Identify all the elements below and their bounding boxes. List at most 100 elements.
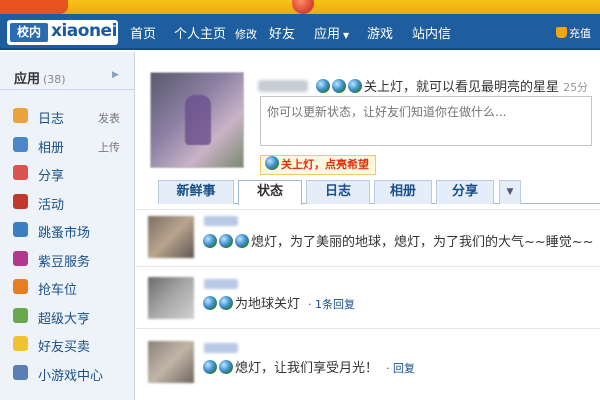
sidebar-item[interactable]: 相册 上传 (0, 133, 134, 157)
feed-text: 为地球关灯 · 1条回复 (203, 293, 355, 312)
site-logo[interactable]: 校内 xiaonei (7, 20, 118, 45)
sidebar-item-action[interactable]: 上传 (98, 139, 120, 155)
money-bag-icon (556, 27, 567, 38)
feed-text-content: 熄灯，让我们享受月光！ (235, 361, 379, 376)
feed-text-content: 熄灯，为了美丽的地球，熄灯，为了我们的大气~~睡觉~~ (251, 235, 594, 250)
lights-off-label: 关上灯，点亮希望 (281, 158, 369, 171)
reply-link-label: 1条回复 (315, 298, 356, 311)
sidebar-header[interactable]: 应用 (38) ▶ (0, 64, 134, 90)
friend-avatar[interactable] (148, 341, 194, 383)
sidebar-item-label: 日志 (38, 112, 65, 127)
nav-profile[interactable]: 个人主页 (174, 23, 226, 42)
sidebar-item[interactable]: 活动 (0, 190, 134, 214)
logo-word: xiaonei (51, 21, 117, 41)
friend-avatar[interactable] (148, 216, 194, 258)
earth-icon (203, 234, 217, 248)
reply-link-label: 回复 (393, 362, 416, 375)
cart-icon (13, 222, 28, 237)
chevron-down-icon: ▼ (343, 31, 350, 40)
sidebar-item-label: 小游戏中心 (38, 368, 104, 384)
earth-icon (332, 79, 346, 93)
tab-share[interactable]: 分享 (436, 180, 494, 204)
sidebar-item[interactable]: 跳蚤市场 (0, 218, 134, 242)
feed-item: 熄灯，为了美丽的地球，熄灯，为了我们的大气~~睡觉~~ (136, 209, 600, 264)
sidebar-item[interactable]: 抢车位 (0, 275, 134, 299)
feed-item: 熄灯，让我们享受月光！ · 回复 (136, 328, 600, 400)
sidebar-item-label: 相册 (38, 140, 65, 156)
sidebar-item-label: 活动 (38, 197, 65, 213)
sidebar-item[interactable]: 超级大亨 (0, 304, 134, 328)
sidebar: 应用 (38) ▶ 日志 发表相册 上传分享活动跳蚤市场紫豆服务抢车位超级大亨好友买卖… (0, 52, 135, 400)
current-status: 关上灯，就可以看见最明亮的星星 25分 (258, 76, 600, 95)
earth-icon (203, 296, 217, 310)
tabs-more-dropdown[interactable]: ▼ (499, 180, 521, 204)
nav-edit[interactable]: 修改 (235, 26, 257, 42)
earth-icon (219, 360, 233, 374)
diary-icon (13, 108, 28, 123)
nav-games[interactable]: 游戏 (367, 23, 393, 42)
sidebar-item-label: 分享 (38, 169, 65, 184)
earth-icon (348, 79, 362, 93)
reply-link[interactable]: · 1条回复 (308, 298, 355, 311)
profile-tabs: 新鲜事 状态 日志 相册 分享 ▼ (158, 180, 600, 205)
sidebar-item[interactable]: 小游戏中心 (0, 361, 134, 385)
logo-tag: 校内 (10, 23, 48, 42)
lights-off-button[interactable]: 关上灯，点亮希望 (260, 155, 376, 175)
nav-home[interactable]: 首页 (130, 23, 156, 42)
friend-name-blurred[interactable] (204, 343, 238, 353)
sidebar-item-label: 抢车位 (38, 283, 78, 298)
sidebar-item[interactable]: 紫豆服务 (0, 247, 134, 271)
chevron-right-icon[interactable]: ▶ (112, 70, 119, 80)
sidebar-item-label: 紫豆服务 (38, 254, 91, 270)
profile-name-blurred[interactable] (258, 80, 308, 92)
status-input[interactable] (260, 96, 592, 146)
nav-charge[interactable]: 充值 (556, 25, 591, 41)
sidebar-app-count: (38) (43, 73, 66, 86)
top-banner[interactable] (0, 0, 600, 14)
status-time: 25分 (563, 81, 589, 94)
nav-friends[interactable]: 好友 (269, 23, 295, 42)
feed-item: 为地球关灯 · 1条回复 (136, 266, 600, 326)
feed-text: 熄灯，让我们享受月光！ · 回复 (203, 357, 415, 376)
friend-name-blurred[interactable] (204, 216, 238, 226)
top-navbar: 校内 xiaonei 首页 个人主页 修改 好友 应用 ▼ 游戏 站内信 充值 (0, 14, 600, 50)
parking-icon (13, 279, 28, 294)
sidebar-item-label: 跳蚤市场 (38, 226, 91, 241)
gamepad-icon (13, 364, 28, 380)
reply-link[interactable]: · 回复 (386, 362, 415, 375)
friend-name-blurred[interactable] (204, 279, 238, 289)
sidebar-item-label: 好友买卖 (38, 340, 91, 355)
tab-status[interactable]: 状态 (238, 180, 302, 205)
sidebar-item[interactable]: 日志 发表 (0, 104, 134, 128)
friend-trade-icon (13, 336, 28, 351)
share-icon (13, 165, 28, 180)
sidebar-title: 应用 (38) (14, 68, 66, 87)
tycoon-icon (13, 307, 28, 323)
sidebar-item-label: 超级大亨 (38, 311, 91, 327)
nav-apps[interactable]: 应用 ▼ (314, 23, 349, 42)
purple-bean-icon (13, 250, 28, 266)
nav-charge-label: 充值 (569, 27, 591, 40)
feed-text: 熄灯，为了美丽的地球，熄灯，为了我们的大气~~睡觉~~ (203, 231, 594, 250)
sidebar-item-action[interactable]: 发表 (98, 110, 120, 126)
friend-avatar[interactable] (148, 277, 194, 319)
nav-inbox[interactable]: 站内信 (412, 23, 451, 42)
nav-apps-label: 应用 (314, 27, 341, 42)
red-ball-icon (292, 0, 314, 14)
sidebar-item[interactable]: 好友买卖 (0, 332, 134, 356)
profile-avatar[interactable] (150, 72, 244, 168)
feed-text-content: 为地球关灯 (235, 297, 301, 312)
tab-album[interactable]: 相册 (374, 180, 432, 204)
main-content: 关上灯，就可以看见最明亮的星星 25分 关上灯，点亮希望 新鲜事 状态 日志 相… (136, 52, 600, 400)
sidebar-item[interactable]: 分享 (0, 161, 134, 185)
earth-icon (265, 156, 279, 170)
earth-icon (219, 296, 233, 310)
promo-left-badge[interactable] (0, 0, 68, 14)
photo-album-icon (13, 136, 28, 152)
tab-news-feed[interactable]: 新鲜事 (158, 180, 234, 204)
sidebar-title-text: 应用 (14, 72, 41, 87)
earth-icon (219, 234, 233, 248)
earth-icon (316, 79, 330, 93)
tab-diary[interactable]: 日志 (306, 180, 370, 204)
calendar-icon (13, 193, 28, 209)
